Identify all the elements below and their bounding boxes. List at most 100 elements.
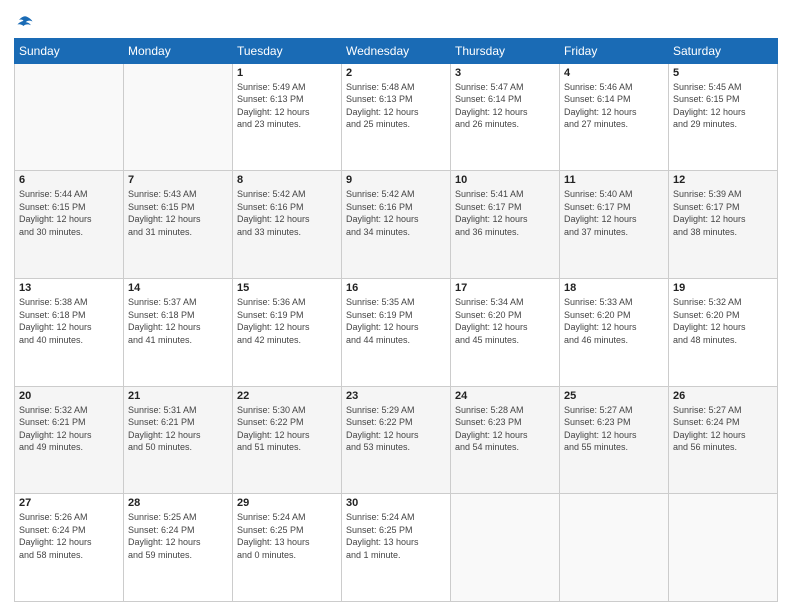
day-number: 8 <box>237 174 337 186</box>
day-info: Sunrise: 5:35 AM Sunset: 6:19 PM Dayligh… <box>346 296 446 346</box>
calendar-cell: 26 Sunrise: 5:27 AM Sunset: 6:24 PM Dayli… <box>669 386 778 494</box>
calendar-cell: 7 Sunrise: 5:43 AM Sunset: 6:15 PM Daylig… <box>124 171 233 279</box>
calendar-cell: 12Sunrise: 5:39 AM Sunset: 6:17 PM Dayli… <box>669 171 778 279</box>
day-number: 3 <box>455 67 555 79</box>
day-info: Sunrise: 5:26 AM Sunset: 6:24 PM Dayligh… <box>19 511 119 561</box>
calendar-cell: 19 Sunrise: 5:32 AM Sunset: 6:20 PM Dayli… <box>669 278 778 386</box>
calendar-week-row: 20 Sunrise: 5:32 AM Sunset: 6:21 PM Dayli… <box>15 386 778 494</box>
calendar-cell: 10 Sunrise: 5:41 AM Sunset: 6:17 PM Dayli… <box>451 171 560 279</box>
day-number: 30 <box>346 497 446 509</box>
calendar-cell: 18 Sunrise: 5:33 AM Sunset: 6:20 PM Dayli… <box>560 278 669 386</box>
day-info: Sunrise: 5:47 AM Sunset: 6:14 PM Dayligh… <box>455 81 555 131</box>
day-number: 7 <box>128 174 228 186</box>
calendar-cell: 29 Sunrise: 5:24 AM Sunset: 6:25 PM Dayli… <box>233 494 342 602</box>
day-number: 23 <box>346 390 446 402</box>
day-number: 28 <box>128 497 228 509</box>
day-number: 22 <box>237 390 337 402</box>
calendar-cell: 6 Sunrise: 5:44 AM Sunset: 6:15 PM Daylig… <box>15 171 124 279</box>
day-info: Sunrise: 5:27 AM Sunset: 6:23 PM Dayligh… <box>564 404 664 454</box>
day-info: Sunrise: 5:46 AM Sunset: 6:14 PM Dayligh… <box>564 81 664 131</box>
day-info: Sunrise: 5:24 AM Sunset: 6:25 PM Dayligh… <box>237 511 337 561</box>
calendar-cell: 28 Sunrise: 5:25 AM Sunset: 6:24 PM Dayli… <box>124 494 233 602</box>
calendar-week-row: 27 Sunrise: 5:26 AM Sunset: 6:24 PM Dayli… <box>15 494 778 602</box>
day-info: Sunrise: 5:44 AM Sunset: 6:15 PM Dayligh… <box>19 188 119 238</box>
calendar-cell <box>451 494 560 602</box>
day-info: Sunrise: 5:36 AM Sunset: 6:19 PM Dayligh… <box>237 296 337 346</box>
day-info: Sunrise: 5:29 AM Sunset: 6:22 PM Dayligh… <box>346 404 446 454</box>
calendar-cell <box>15 63 124 171</box>
calendar-cell: 20 Sunrise: 5:32 AM Sunset: 6:21 PM Dayli… <box>15 386 124 494</box>
day-number: 29 <box>237 497 337 509</box>
calendar-cell: 17Sunrise: 5:34 AM Sunset: 6:20 PM Dayli… <box>451 278 560 386</box>
day-info: Sunrise: 5:31 AM Sunset: 6:21 PM Dayligh… <box>128 404 228 454</box>
day-number: 14 <box>128 282 228 294</box>
day-number: 25 <box>564 390 664 402</box>
calendar-cell: 1 Sunrise: 5:49 AM Sunset: 6:13 PM Daylig… <box>233 63 342 171</box>
calendar-cell <box>124 63 233 171</box>
weekday-header-monday: Monday <box>124 38 233 63</box>
day-number: 1 <box>237 67 337 79</box>
day-info: Sunrise: 5:27 AM Sunset: 6:24 PM Dayligh… <box>673 404 773 454</box>
day-number: 19 <box>673 282 773 294</box>
day-info: Sunrise: 5:49 AM Sunset: 6:13 PM Dayligh… <box>237 81 337 131</box>
calendar-cell: 21 Sunrise: 5:31 AM Sunset: 6:21 PM Dayli… <box>124 386 233 494</box>
day-info: Sunrise: 5:30 AM Sunset: 6:22 PM Dayligh… <box>237 404 337 454</box>
calendar-cell: 27 Sunrise: 5:26 AM Sunset: 6:24 PM Dayli… <box>15 494 124 602</box>
day-number: 26 <box>673 390 773 402</box>
day-info: Sunrise: 5:32 AM Sunset: 6:20 PM Dayligh… <box>673 296 773 346</box>
day-info: Sunrise: 5:45 AM Sunset: 6:15 PM Dayligh… <box>673 81 773 131</box>
day-number: 15 <box>237 282 337 294</box>
weekday-header-friday: Friday <box>560 38 669 63</box>
calendar-cell: 8Sunrise: 5:42 AM Sunset: 6:16 PM Daylig… <box>233 171 342 279</box>
logo-bird-icon <box>16 14 34 32</box>
day-info: Sunrise: 5:25 AM Sunset: 6:24 PM Dayligh… <box>128 511 228 561</box>
day-number: 13 <box>19 282 119 294</box>
day-info: Sunrise: 5:32 AM Sunset: 6:21 PM Dayligh… <box>19 404 119 454</box>
calendar-cell: 23 Sunrise: 5:29 AM Sunset: 6:22 PM Dayli… <box>342 386 451 494</box>
day-number: 20 <box>19 390 119 402</box>
logo <box>14 14 34 32</box>
day-number: 6 <box>19 174 119 186</box>
weekday-header-wednesday: Wednesday <box>342 38 451 63</box>
day-number: 11 <box>564 174 664 186</box>
day-info: Sunrise: 5:39 AM Sunset: 6:17 PM Dayligh… <box>673 188 773 238</box>
calendar-cell: 4Sunrise: 5:46 AM Sunset: 6:14 PM Daylig… <box>560 63 669 171</box>
day-info: Sunrise: 5:48 AM Sunset: 6:13 PM Dayligh… <box>346 81 446 131</box>
calendar-cell: 15 Sunrise: 5:36 AM Sunset: 6:19 PM Dayli… <box>233 278 342 386</box>
calendar-cell: 22 Sunrise: 5:30 AM Sunset: 6:22 PM Dayli… <box>233 386 342 494</box>
day-info: Sunrise: 5:41 AM Sunset: 6:17 PM Dayligh… <box>455 188 555 238</box>
day-number: 5 <box>673 67 773 79</box>
calendar-cell: 9Sunrise: 5:42 AM Sunset: 6:16 PM Daylig… <box>342 171 451 279</box>
day-number: 21 <box>128 390 228 402</box>
header <box>14 10 778 32</box>
day-info: Sunrise: 5:40 AM Sunset: 6:17 PM Dayligh… <box>564 188 664 238</box>
calendar-cell: 16Sunrise: 5:35 AM Sunset: 6:19 PM Dayli… <box>342 278 451 386</box>
calendar-week-row: 1 Sunrise: 5:49 AM Sunset: 6:13 PM Daylig… <box>15 63 778 171</box>
day-number: 17 <box>455 282 555 294</box>
day-number: 27 <box>19 497 119 509</box>
day-info: Sunrise: 5:37 AM Sunset: 6:18 PM Dayligh… <box>128 296 228 346</box>
weekday-header-tuesday: Tuesday <box>233 38 342 63</box>
calendar-cell: 2Sunrise: 5:48 AM Sunset: 6:13 PM Daylig… <box>342 63 451 171</box>
calendar-week-row: 6 Sunrise: 5:44 AM Sunset: 6:15 PM Daylig… <box>15 171 778 279</box>
day-info: Sunrise: 5:24 AM Sunset: 6:25 PM Dayligh… <box>346 511 446 561</box>
day-info: Sunrise: 5:43 AM Sunset: 6:15 PM Dayligh… <box>128 188 228 238</box>
calendar-table: SundayMondayTuesdayWednesdayThursdayFrid… <box>14 38 778 602</box>
calendar-cell: 24Sunrise: 5:28 AM Sunset: 6:23 PM Dayli… <box>451 386 560 494</box>
calendar-cell: 25 Sunrise: 5:27 AM Sunset: 6:23 PM Dayli… <box>560 386 669 494</box>
calendar-cell <box>669 494 778 602</box>
weekday-header-thursday: Thursday <box>451 38 560 63</box>
day-info: Sunrise: 5:33 AM Sunset: 6:20 PM Dayligh… <box>564 296 664 346</box>
calendar-cell: 3 Sunrise: 5:47 AM Sunset: 6:14 PM Daylig… <box>451 63 560 171</box>
day-number: 10 <box>455 174 555 186</box>
day-number: 18 <box>564 282 664 294</box>
calendar-cell: 11 Sunrise: 5:40 AM Sunset: 6:17 PM Dayli… <box>560 171 669 279</box>
calendar-week-row: 13 Sunrise: 5:38 AM Sunset: 6:18 PM Dayli… <box>15 278 778 386</box>
calendar-cell: 13 Sunrise: 5:38 AM Sunset: 6:18 PM Dayli… <box>15 278 124 386</box>
calendar-cell <box>560 494 669 602</box>
page: SundayMondayTuesdayWednesdayThursdayFrid… <box>0 0 792 612</box>
day-number: 9 <box>346 174 446 186</box>
logo-text <box>14 14 34 32</box>
weekday-header-row: SundayMondayTuesdayWednesdayThursdayFrid… <box>15 38 778 63</box>
day-info: Sunrise: 5:38 AM Sunset: 6:18 PM Dayligh… <box>19 296 119 346</box>
